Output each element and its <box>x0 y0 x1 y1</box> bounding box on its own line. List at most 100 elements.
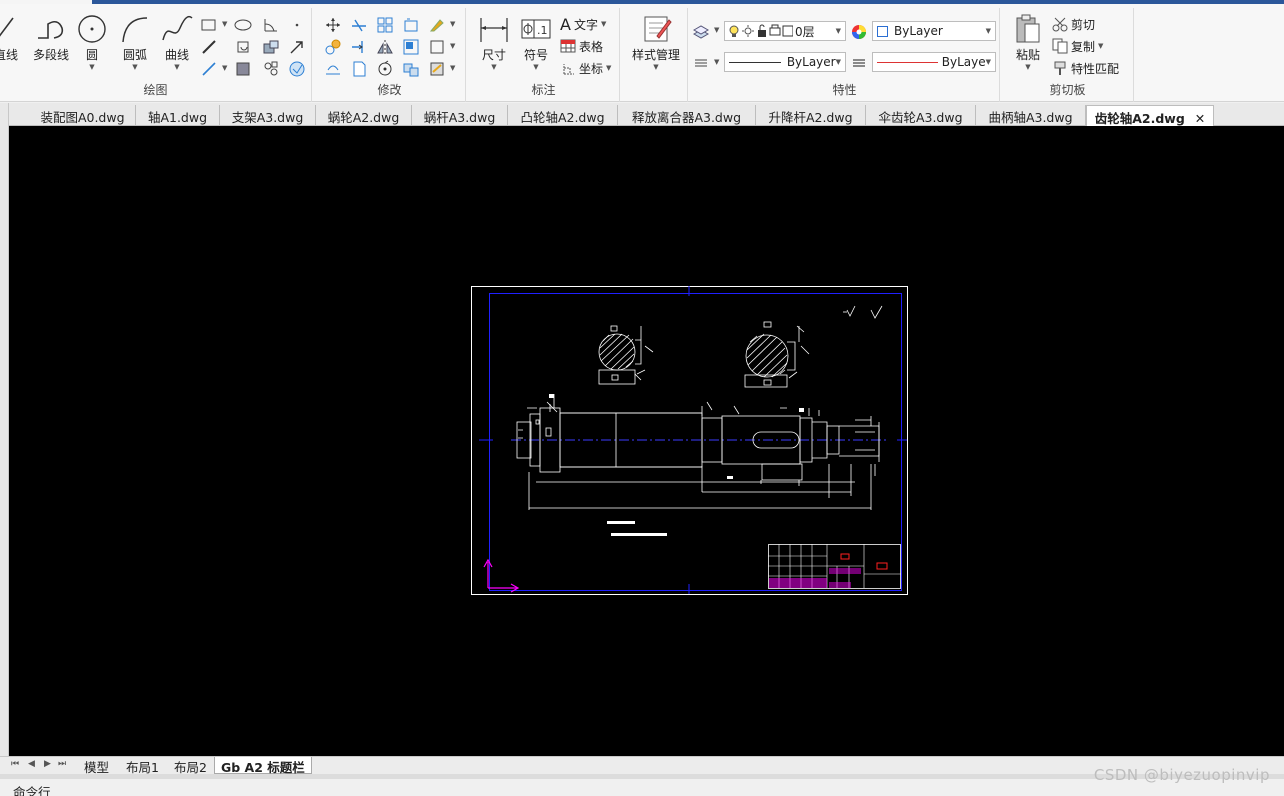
chevron-down-icon[interactable]: ▼ <box>156 63 198 71</box>
array-icon[interactable] <box>376 16 394 34</box>
lineweight-dropdown[interactable]: ByLaye ▼ <box>872 52 996 72</box>
chevron-down-icon[interactable]: ▼ <box>450 42 455 50</box>
paste-button[interactable]: 粘贴 ▼ <box>1008 12 1048 74</box>
polyline-button[interactable]: 多段线 <box>28 12 74 74</box>
lineweight-list-icon[interactable] <box>692 54 710 72</box>
explode-icon[interactable] <box>402 60 420 78</box>
mirror-icon[interactable] <box>376 38 394 56</box>
first-tab-arrow-icon[interactable]: ⏮ <box>11 759 19 769</box>
stretch-icon[interactable] <box>402 16 420 34</box>
drawing-viewport[interactable] <box>9 126 1284 758</box>
chevron-down-icon[interactable]: ▼ <box>986 58 991 66</box>
prev-tab-arrow-icon[interactable]: ◀ <box>28 759 35 769</box>
chevron-down-icon[interactable]: ▼ <box>836 27 841 35</box>
chevron-down-icon[interactable]: ▼ <box>836 58 841 66</box>
text-icon: A <box>560 14 571 34</box>
color-wheel-icon[interactable] <box>850 23 868 41</box>
close-icon[interactable]: ✕ <box>1195 111 1205 126</box>
file-tab[interactable]: 装配图A0.dwg <box>30 105 136 126</box>
dimension-button[interactable]: 尺寸 ▼ <box>472 12 516 74</box>
chevron-down-icon[interactable]: ▼ <box>1098 42 1103 50</box>
chevron-down-icon[interactable]: ▼ <box>472 63 516 71</box>
ray-icon[interactable] <box>200 60 218 78</box>
arrow-icon[interactable] <box>288 38 306 56</box>
chevron-down-icon[interactable]: ▼ <box>114 63 156 71</box>
scale-icon[interactable] <box>402 38 420 56</box>
chevron-down-icon[interactable]: ▼ <box>72 63 112 71</box>
file-tab[interactable]: 支架A3.dwg <box>220 105 316 126</box>
file-tab[interactable]: 轴A1.dwg <box>136 105 220 126</box>
file-tab[interactable]: 升降杆A2.dwg <box>756 105 866 126</box>
style-manager-button[interactable]: 样式管理 ▼ <box>626 12 686 74</box>
angle-icon[interactable] <box>262 16 280 34</box>
circle-button[interactable]: 圆 ▼ <box>72 12 112 74</box>
offset-icon[interactable] <box>324 60 342 78</box>
copy-button[interactable]: 复制 ▼ <box>1052 36 1103 56</box>
trim-icon[interactable] <box>350 16 368 34</box>
erase-icon[interactable] <box>428 16 446 34</box>
point-icon[interactable] <box>288 16 306 34</box>
chevron-down-icon[interactable]: ▼ <box>626 63 686 71</box>
chevron-down-icon[interactable]: ▼ <box>986 27 991 35</box>
layer-properties-icon[interactable] <box>692 22 710 40</box>
chevron-down-icon[interactable]: ▼ <box>714 26 719 34</box>
chevron-down-icon[interactable]: ▼ <box>222 20 227 28</box>
cut-button[interactable]: 剪切 <box>1052 14 1095 34</box>
dimension-icon <box>480 18 508 42</box>
lineweight-icon[interactable] <box>850 54 868 72</box>
break-icon[interactable] <box>350 60 368 78</box>
linetype-dropdown[interactable]: ByLayer ▼ <box>724 52 846 72</box>
properties-panel: ▼ 0层 ▼ ByLayer ▼ ▼ ByLayer ▼ ByLaye ▼ 特性 <box>690 8 1000 102</box>
rotate-icon[interactable] <box>376 60 394 78</box>
match-properties-button[interactable]: 特性匹配 <box>1052 58 1119 78</box>
symbol-button[interactable]: .1 符号 ▼ <box>514 12 558 74</box>
chevron-down-icon[interactable]: ▼ <box>714 58 719 66</box>
last-tab-arrow-icon[interactable]: ⏭ <box>58 759 66 769</box>
chevron-down-icon[interactable]: ▼ <box>1008 63 1048 71</box>
chevron-down-icon[interactable]: ▼ <box>514 63 558 71</box>
ellipse-icon[interactable] <box>234 16 252 34</box>
command-line[interactable]: 命令行 <box>0 779 1284 796</box>
file-tab[interactable]: 曲柄轴A3.dwg <box>976 105 1086 126</box>
left-dock-strip[interactable] <box>0 103 9 758</box>
color-dropdown[interactable]: ByLayer ▼ <box>872 21 996 41</box>
region-icon[interactable] <box>234 38 252 56</box>
copy-object-icon[interactable] <box>324 38 342 56</box>
file-tab[interactable]: 蜗轮A2.dwg <box>316 105 412 126</box>
chevron-down-icon[interactable]: ▼ <box>222 64 227 72</box>
chamfer-icon[interactable] <box>428 38 446 56</box>
file-tab[interactable]: 凸轮轴A2.dwg <box>508 105 618 126</box>
command-line-label: 命令行 <box>13 785 51 796</box>
next-tab-arrow-icon[interactable]: ▶ <box>44 759 51 769</box>
table-button[interactable]: 表格 <box>560 36 603 56</box>
layout-tab-layout2[interactable]: 布局2 <box>168 757 213 775</box>
drawing-canvas[interactable] <box>9 126 1284 758</box>
file-tab[interactable]: 释放离合器A3.dwg <box>618 105 756 126</box>
hatch-icon[interactable] <box>234 60 252 78</box>
chevron-down-icon[interactable]: ▼ <box>450 64 455 72</box>
chevron-down-icon[interactable]: ▼ <box>606 64 611 72</box>
rectangle-icon[interactable] <box>200 16 218 34</box>
move-icon[interactable] <box>324 16 342 34</box>
arc-button[interactable]: 圆弧 ▼ <box>114 12 156 74</box>
layout-tab-layout1[interactable]: 布局1 <box>120 757 165 775</box>
file-tab-active[interactable]: 齿轮轴A2.dwg ✕ <box>1086 105 1214 126</box>
gradient-icon[interactable] <box>262 60 280 78</box>
line-button[interactable]: 直线 <box>0 12 24 74</box>
fillet-icon[interactable] <box>428 60 446 78</box>
layout-tab-active[interactable]: Gb A2 标题栏 <box>214 757 312 775</box>
curve-button[interactable]: 曲线 ▼ <box>156 12 198 74</box>
wipeout-icon[interactable] <box>288 60 306 78</box>
chevron-down-icon[interactable]: ▼ <box>450 20 455 28</box>
text-button[interactable]: A 文字 ▼ <box>560 14 606 34</box>
construction-line-icon[interactable] <box>200 38 218 56</box>
chevron-down-icon[interactable]: ▼ <box>601 20 606 28</box>
file-tab[interactable]: 蜗杆A3.dwg <box>412 105 508 126</box>
block-icon[interactable] <box>262 38 280 56</box>
layer-dropdown[interactable]: 0层 ▼ <box>724 21 846 41</box>
file-tab[interactable]: 伞齿轮A3.dwg <box>866 105 976 126</box>
extend-icon[interactable] <box>350 38 368 56</box>
layout-tab-model[interactable]: 模型 <box>78 757 115 775</box>
copy-icon <box>1052 38 1068 54</box>
coordinate-button[interactable]: 坐标 ▼ <box>560 58 611 78</box>
